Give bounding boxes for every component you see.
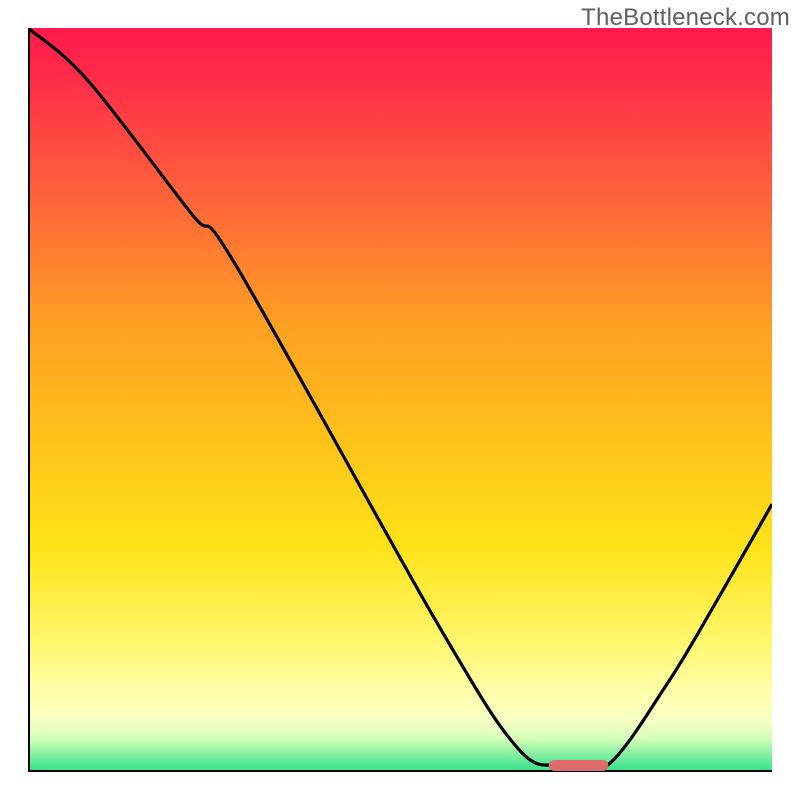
chart-svg	[28, 28, 772, 772]
chart-background	[28, 28, 772, 772]
bottleneck-chart	[28, 28, 772, 772]
optimal-marker	[549, 760, 609, 771]
